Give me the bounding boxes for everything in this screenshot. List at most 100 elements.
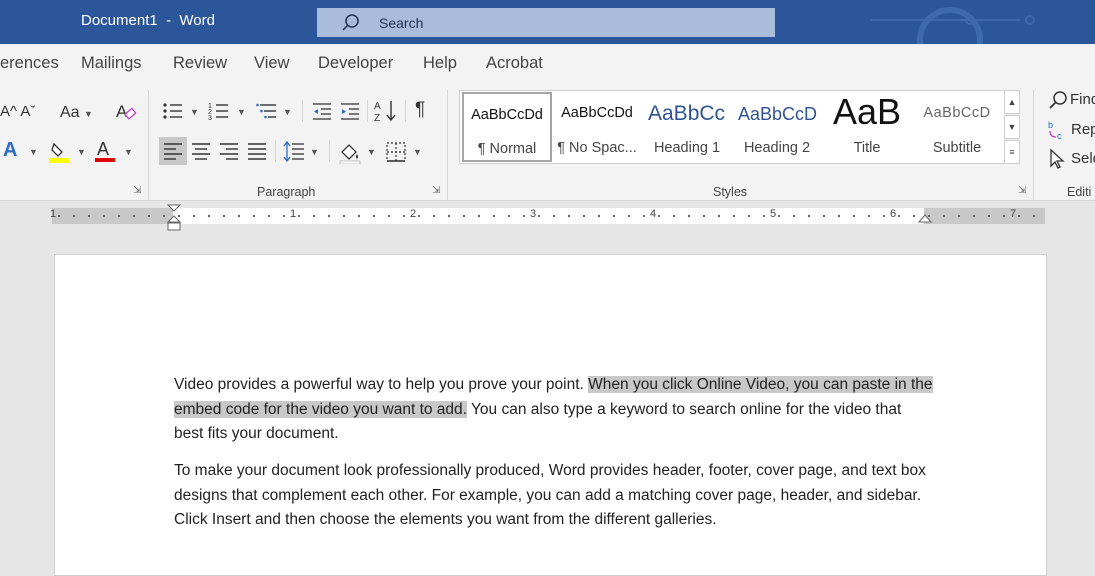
gallery-scroll-up-button[interactable]: ▲ [1004,90,1020,114]
chevron-down-icon[interactable]: ▼ [237,107,246,117]
ruler-dot [958,215,960,217]
font-dialog-launcher-icon[interactable]: ⇲ [133,185,141,196]
ruler-text-area [173,208,924,224]
svg-text:Z: Z [374,113,380,124]
align-right-icon[interactable] [219,142,239,160]
style-name: ¶ Normal [477,141,537,157]
ruler-dot [643,215,645,217]
chevron-down-icon[interactable]: ▼ [413,147,422,157]
style-subtitle[interactable]: AaBbCcD Subtitle [912,91,1002,163]
ruler-dot [853,215,855,217]
align-left-button[interactable] [159,137,187,165]
ruler-dot [508,215,510,217]
select-cursor-icon[interactable] [1048,148,1068,170]
group-separator [1033,90,1034,200]
tab-help[interactable]: Help [423,54,457,73]
font-color-button[interactable]: A [97,140,109,158]
ruler-dot [388,215,390,217]
tab-review[interactable]: Review [173,54,227,73]
style-normal[interactable]: AaBbCcDd ¶ Normal [462,92,552,162]
ruler-number: 7 [1010,208,1017,220]
ruler-number: 5 [770,208,777,220]
ruler-dot [988,215,990,217]
shading-icon[interactable] [338,140,362,164]
tab-view[interactable]: View [254,54,289,73]
gallery-more-button[interactable]: ≡ [1004,140,1020,164]
ruler-number: 1 [50,208,57,220]
style-heading-1[interactable]: AaBbCc Heading 1 [642,91,732,163]
tab-references[interactable]: erences [0,54,59,73]
ruler-dot [673,215,675,217]
sort-icon[interactable]: A Z [373,98,399,124]
document-name: Document1 [81,12,158,29]
style-name: ¶ No Spac... [557,140,637,156]
gallery-scroll-down-button[interactable]: ▼ [1004,115,1020,139]
numbering-icon[interactable]: 1 2 3 [208,100,230,122]
tab-mailings[interactable]: Mailings [81,54,142,73]
bullets-icon[interactable] [162,100,184,122]
paragraph-dialog-launcher-icon[interactable]: ⇲ [432,185,440,196]
ruler-dot [898,215,900,217]
ruler-dot [778,215,780,217]
ruler-dot [703,215,705,217]
ruler-dot [328,215,330,217]
replace-icon[interactable]: b c [1047,119,1069,141]
title-separator: - [166,12,172,29]
chevron-down-icon[interactable]: ▼ [310,147,319,157]
right-indent-marker[interactable] [918,214,932,226]
chevron-down-icon[interactable]: ▼ [190,107,199,117]
ruler-dot [448,215,450,217]
divider [405,100,406,122]
select-button[interactable]: Sele [1071,150,1095,167]
decrease-indent-icon[interactable] [311,100,333,122]
tab-acrobat[interactable]: Acrobat [486,54,543,73]
search-input[interactable]: Search [317,8,775,37]
ruler-number: 4 [650,208,657,220]
chevron-down-icon[interactable]: ▼ [29,147,38,157]
ruler-dot [883,215,885,217]
justify-icon[interactable] [247,142,267,160]
change-case-button[interactable]: Aa ▼ [60,104,93,123]
find-icon[interactable] [1048,90,1068,110]
chevron-down-icon[interactable]: ▼ [77,147,86,157]
style-heading-2[interactable]: AaBbCcD Heading 2 [732,91,822,163]
chevron-down-icon: ▼ [1007,122,1017,132]
find-button[interactable]: Find [1070,91,1095,108]
text-effects-button[interactable]: A [3,140,17,160]
chevron-down-icon[interactable]: ▼ [367,147,376,157]
svg-text:A: A [374,101,381,112]
style-preview: AaBbCcD [738,104,818,124]
ruler-dot [793,215,795,217]
highlight-color-icon[interactable] [47,140,71,164]
chevron-down-icon[interactable]: ▼ [124,147,133,157]
body-paragraph-2[interactable]: To make your document look professionall… [174,459,934,533]
align-center-icon[interactable] [191,142,211,160]
tab-developer[interactable]: Developer [318,54,393,73]
replace-button[interactable]: Rep [1071,121,1095,138]
chevron-down-icon[interactable]: ▼ [283,107,292,117]
ruler-dot [583,215,585,217]
style-no-spacing[interactable]: AaBbCcDd ¶ No Spac... [552,91,642,163]
ruler-dot [298,215,300,217]
ruler-dot [403,215,405,217]
borders-icon[interactable] [385,141,407,163]
grow-shrink-font-button[interactable]: A^ Aˇ [0,103,35,121]
multilevel-list-icon[interactable] [256,100,278,122]
clear-formatting-icon[interactable]: A [115,100,137,122]
ruler-number: 2 [410,208,417,220]
ruler-dot [538,215,540,217]
increase-indent-icon[interactable] [339,100,361,122]
styles-dialog-launcher-icon[interactable]: ⇲ [1018,185,1026,196]
style-title[interactable]: AaB Title [822,91,912,163]
ruler-dot [58,215,60,217]
change-case-label: Aa [60,104,80,121]
ruler-dot [463,215,465,217]
line-spacing-icon[interactable] [283,140,305,162]
body-paragraph-1[interactable]: Video provides a powerful way to help yo… [174,373,934,447]
show-formatting-marks-icon[interactable]: ¶ [415,100,425,119]
search-placeholder: Search [379,15,424,31]
ruler-dot [523,215,525,217]
style-preview: AaBbCc [648,102,726,125]
first-line-indent-marker[interactable] [167,204,181,232]
ribbon-tabs [0,44,1095,82]
